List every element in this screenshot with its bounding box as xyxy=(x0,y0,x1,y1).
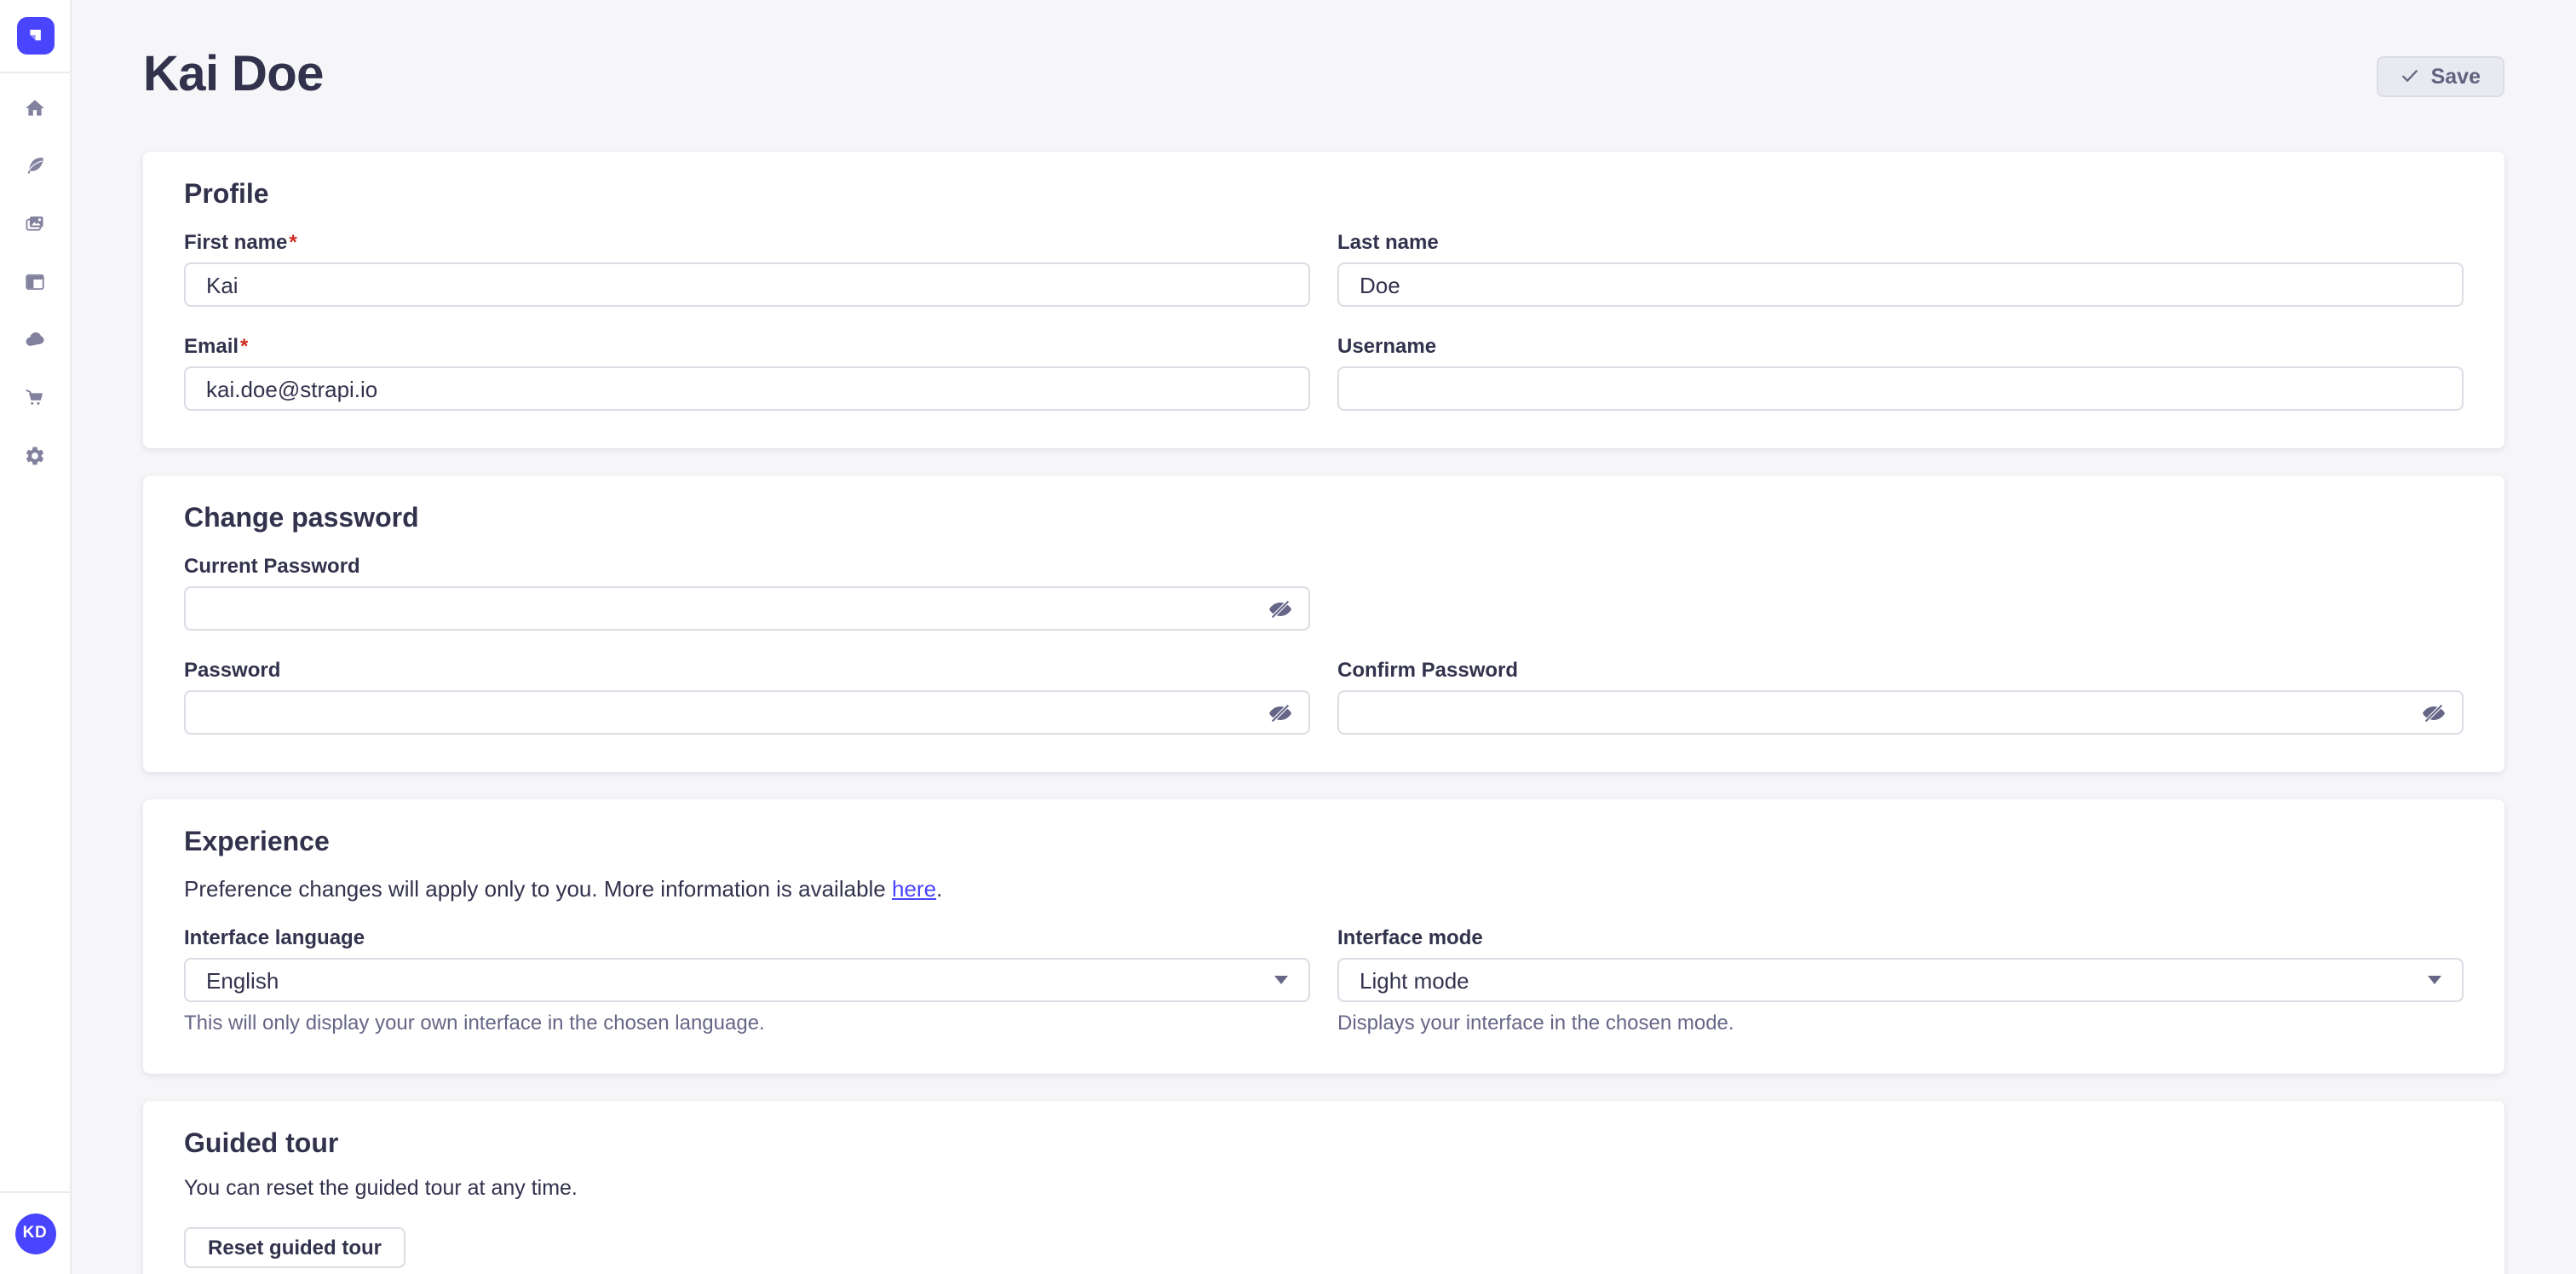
chevron-down-icon xyxy=(2428,976,2441,984)
reset-guided-tour-button[interactable]: Reset guided tour xyxy=(184,1227,405,1268)
interface-mode-value: Light mode xyxy=(1360,967,1469,993)
current-password-label: Current Password xyxy=(184,554,1310,579)
page-title: Kai Doe xyxy=(143,48,324,104)
interface-mode-field: Interface mode Light mode Displays your … xyxy=(1337,925,2464,1036)
home-icon xyxy=(24,97,46,119)
guided-tour-card: Guided tour You can reset the guided tou… xyxy=(143,1101,2504,1274)
experience-card: Experience Preference changes will apply… xyxy=(143,799,2504,1074)
confirm-password-label: Confirm Password xyxy=(1337,658,2464,683)
experience-heading: Experience xyxy=(184,827,2464,861)
sidebar-logo-link[interactable] xyxy=(0,0,70,73)
sidebar-item-cloud[interactable] xyxy=(24,329,46,351)
strapi-logo-icon xyxy=(22,23,48,49)
first-name-field: First name* xyxy=(184,230,1310,307)
experience-description: Preference changes will apply only to yo… xyxy=(184,874,2464,903)
confirm-password-label-text: Confirm Password xyxy=(1337,658,1518,683)
first-name-label: First name* xyxy=(184,230,1310,256)
password-label: Password xyxy=(184,658,1310,683)
email-input[interactable] xyxy=(184,366,1310,411)
guided-tour-heading: Guided tour xyxy=(184,1128,2464,1162)
email-label: Email* xyxy=(184,334,1310,360)
experience-description-text: Preference changes will apply only to yo… xyxy=(184,876,892,902)
current-password-input[interactable] xyxy=(184,586,1310,631)
current-password-field: Current Password xyxy=(184,554,1310,631)
page-header: Kai Doe Save xyxy=(143,36,2504,116)
sidebar-item-marketplace[interactable] xyxy=(24,387,46,409)
eye-off-icon xyxy=(2420,700,2446,725)
interface-language-label-text: Interface language xyxy=(184,925,365,951)
interface-language-hint: This will only display your own interfac… xyxy=(184,1011,1310,1036)
email-label-text: Email xyxy=(184,334,239,360)
current-password-label-text: Current Password xyxy=(184,554,360,579)
last-name-field: Last name xyxy=(1337,230,2464,307)
email-field: Email* xyxy=(184,334,1310,411)
gear-icon xyxy=(24,445,46,467)
first-name-label-text: First name xyxy=(184,230,287,256)
media-library-icon xyxy=(24,213,46,235)
app-window: KD Kai Doe Save Profile First name* xyxy=(0,0,2576,1274)
more-information-link[interactable]: here xyxy=(892,876,936,902)
profile-card: Profile First name* Last name xyxy=(143,152,2504,448)
shopping-cart-icon xyxy=(24,387,46,409)
profile-heading: Profile xyxy=(184,179,2464,213)
password-input[interactable] xyxy=(184,690,1310,735)
sidebar-item-home[interactable] xyxy=(24,97,46,119)
username-input[interactable] xyxy=(1337,366,2464,411)
interface-language-select[interactable]: English xyxy=(184,958,1310,1002)
cloud-icon xyxy=(24,329,46,351)
last-name-label: Last name xyxy=(1337,230,2464,256)
interface-language-field: Interface language English This will onl… xyxy=(184,925,1310,1036)
required-asterisk: * xyxy=(289,230,296,256)
username-label-text: Username xyxy=(1337,334,1436,360)
last-name-label-text: Last name xyxy=(1337,230,1439,256)
change-password-heading: Change password xyxy=(184,503,2464,537)
interface-mode-label-text: Interface mode xyxy=(1337,925,1483,951)
toggle-confirm-password-visibility-button[interactable] xyxy=(2419,699,2447,726)
chevron-down-icon xyxy=(1274,976,1288,984)
interface-mode-label: Interface mode xyxy=(1337,925,2464,951)
interface-mode-select[interactable]: Light mode xyxy=(1337,958,2464,1002)
sidebar-item-settings[interactable] xyxy=(24,445,46,467)
change-password-card: Change password Current Password xyxy=(143,476,2504,772)
layout-icon xyxy=(24,271,46,293)
check-icon xyxy=(2401,66,2419,85)
interface-mode-hint: Displays your interface in the chosen mo… xyxy=(1337,1011,2464,1036)
sidebar-footer: KD xyxy=(0,1191,70,1274)
eye-off-icon xyxy=(1267,700,1292,725)
guided-tour-description: You can reset the guided tour at any tim… xyxy=(184,1174,2464,1202)
sidebar-item-media-library[interactable] xyxy=(24,213,46,235)
feather-icon xyxy=(24,155,46,177)
user-avatar[interactable]: KD xyxy=(14,1213,55,1254)
settings-cards: Profile First name* Last name xyxy=(143,152,2504,1274)
save-button-label: Save xyxy=(2431,64,2481,88)
required-asterisk: * xyxy=(240,334,248,360)
sidebar-item-content-manager[interactable] xyxy=(24,155,46,177)
password-field: Password xyxy=(184,658,1310,735)
first-name-input[interactable] xyxy=(184,262,1310,307)
eye-off-icon xyxy=(1267,596,1292,621)
main-content: Kai Doe Save Profile First name* xyxy=(72,0,2576,1274)
strapi-logo xyxy=(16,17,54,55)
username-label: Username xyxy=(1337,334,2464,360)
toggle-password-visibility-button[interactable] xyxy=(1266,699,1293,726)
confirm-password-input[interactable] xyxy=(1337,690,2464,735)
confirm-password-field: Confirm Password xyxy=(1337,658,2464,735)
sidebar: KD xyxy=(0,0,72,1274)
last-name-input[interactable] xyxy=(1337,262,2464,307)
sidebar-item-content-type-builder[interactable] xyxy=(24,271,46,293)
interface-language-value: English xyxy=(206,967,279,993)
experience-description-period: . xyxy=(936,876,942,902)
interface-language-label: Interface language xyxy=(184,925,1310,951)
save-button[interactable]: Save xyxy=(2377,55,2504,96)
username-field: Username xyxy=(1337,334,2464,411)
sidebar-nav xyxy=(24,97,46,467)
toggle-current-password-visibility-button[interactable] xyxy=(1266,595,1293,622)
password-label-text: Password xyxy=(184,658,280,683)
